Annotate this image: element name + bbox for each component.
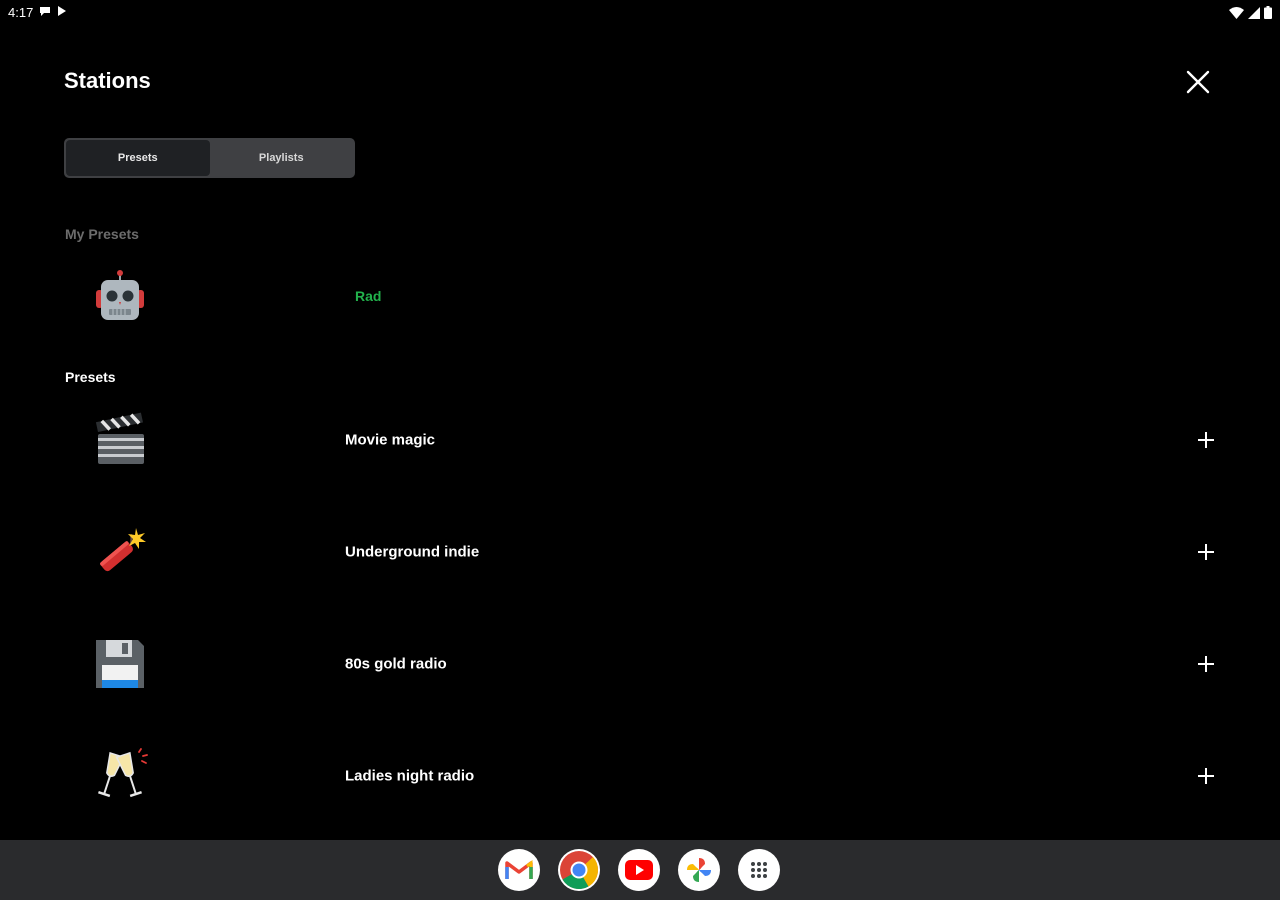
chrome-app[interactable]: [558, 849, 600, 891]
close-icon: [1186, 70, 1210, 94]
tab-presets[interactable]: Presets: [66, 140, 210, 176]
photos-app[interactable]: [678, 849, 720, 891]
stations-tab-toggle: Presets Playlists: [64, 138, 355, 178]
app-drawer-button[interactable]: [738, 849, 780, 891]
stations-screen: 4:17 Stations Presets Playlists My Prese…: [0, 0, 1280, 900]
chrome-icon: [560, 851, 599, 890]
gmail-icon: [505, 860, 533, 879]
wifi-icon: [1229, 6, 1244, 24]
preset-name: Ladies night radio: [345, 767, 475, 785]
robot-icon: [92, 268, 148, 324]
taskbar: [0, 840, 1280, 900]
my-preset-item-rad[interactable]: Rad: [64, 246, 1224, 346]
plus-icon: [1198, 544, 1214, 560]
page-title: Stations: [64, 68, 151, 93]
preset-item-movie-magic[interactable]: Movie magic: [64, 390, 1224, 490]
youtube-app[interactable]: [618, 849, 660, 891]
tab-playlists[interactable]: Playlists: [210, 140, 354, 176]
message-icon: [39, 5, 51, 20]
presets-heading: Presets: [65, 369, 116, 385]
photos-icon: [687, 858, 711, 882]
add-preset-button[interactable]: [1194, 540, 1218, 564]
youtube-icon: [625, 860, 653, 880]
app-grid-icon: [751, 862, 767, 878]
status-bar: 4:17: [0, 0, 1280, 26]
plus-icon: [1198, 768, 1214, 784]
dock: [498, 849, 780, 891]
preset-name: Underground indie: [345, 543, 480, 561]
plus-icon: [1198, 432, 1214, 448]
clinking-glasses-icon: [92, 748, 148, 804]
battery-icon: [1264, 6, 1272, 24]
signal-icon: [1248, 6, 1260, 24]
plus-icon: [1198, 656, 1214, 672]
gmail-app[interactable]: [498, 849, 540, 891]
my-presets-heading: My Presets: [65, 226, 139, 242]
play-icon: [57, 5, 67, 20]
my-preset-name: Rad: [355, 288, 382, 304]
preset-name: 80s gold radio: [345, 655, 447, 673]
preset-name: Movie magic: [345, 431, 436, 449]
preset-item-80s-gold-radio[interactable]: 80s gold radio: [64, 614, 1224, 714]
add-preset-button[interactable]: [1194, 428, 1218, 452]
add-preset-button[interactable]: [1194, 764, 1218, 788]
firecracker-icon: [92, 524, 148, 580]
close-button[interactable]: [1180, 64, 1216, 100]
status-time: 4:17: [8, 5, 34, 20]
add-preset-button[interactable]: [1194, 652, 1218, 676]
clapperboard-icon: [92, 412, 148, 468]
preset-item-underground-indie[interactable]: Underground indie: [64, 502, 1224, 602]
preset-item-ladies-night-radio[interactable]: Ladies night radio: [64, 726, 1224, 826]
floppy-disk-icon: [92, 636, 148, 692]
